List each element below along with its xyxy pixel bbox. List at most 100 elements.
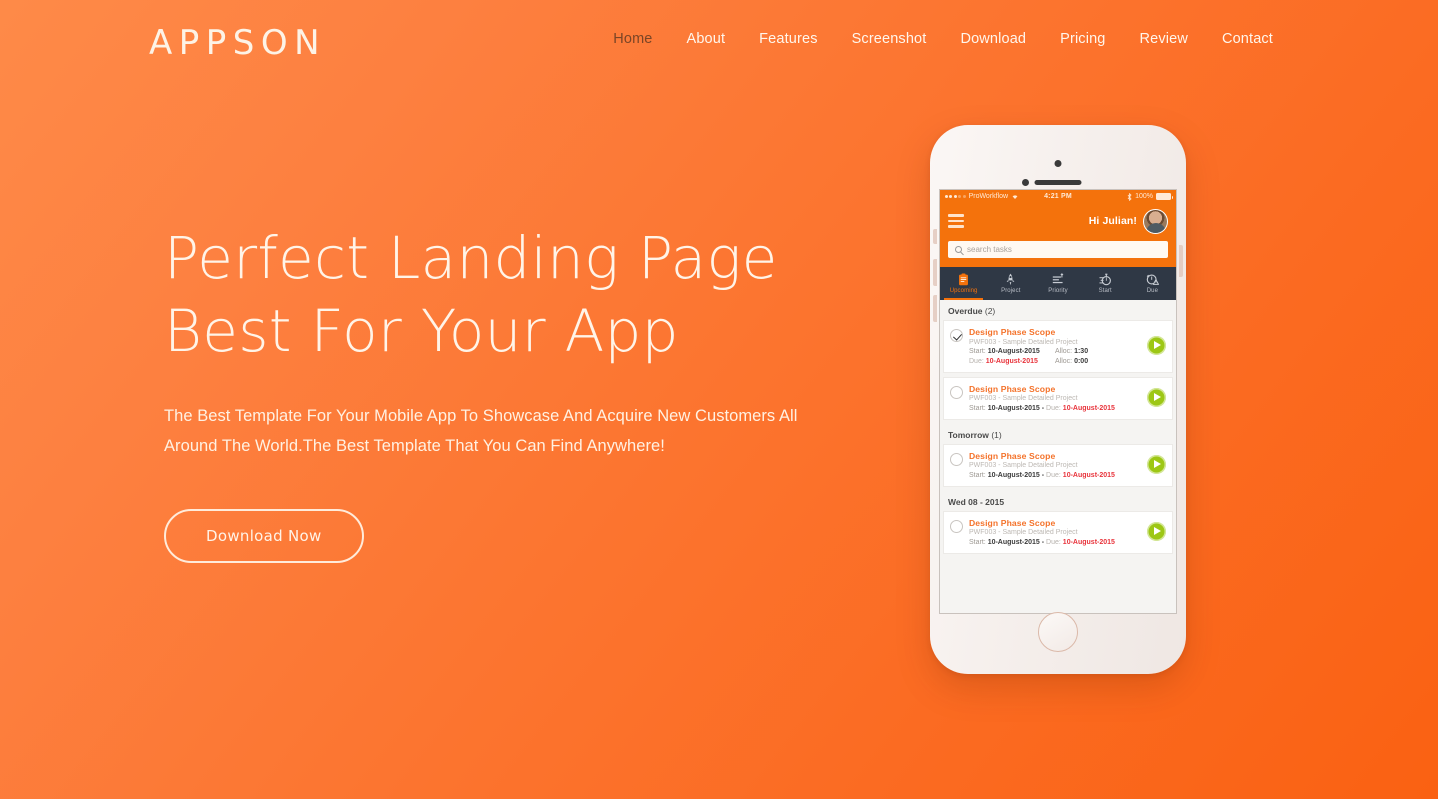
task-meta-row: Due: 10-August-2015 Alloc: 0:00 xyxy=(969,358,1141,365)
tab-upcoming[interactable]: Upcoming xyxy=(940,267,987,300)
nav-link-contact[interactable]: Contact xyxy=(1205,31,1290,47)
download-now-button[interactable]: Download Now xyxy=(164,509,364,563)
signal-strength-icon xyxy=(945,195,966,198)
task-project: PWF003 - Sample Detailed Project xyxy=(969,529,1078,536)
task-row[interactable]: Design Phase Scope PWF003 - Sample Detail… xyxy=(943,320,1173,373)
stopwatch-icon xyxy=(1099,273,1112,286)
task-row[interactable]: Design Phase Scope PWF003 - Sample Detail… xyxy=(943,510,1173,554)
task-title: Design Phase Scope xyxy=(969,450,1056,461)
due-label: Due: xyxy=(1046,538,1061,546)
task-checkbox[interactable] xyxy=(950,452,963,466)
nav-link-screenshot[interactable]: Screenshot xyxy=(835,31,944,47)
alloc-label: Alloc: xyxy=(1055,357,1073,365)
task-info: Design Phase Scope PWF003 - Sample Detail… xyxy=(969,327,1141,365)
section-count: (2) xyxy=(984,306,996,316)
nav-link-about[interactable]: About xyxy=(670,31,743,47)
section-count: (1) xyxy=(991,429,1002,440)
task-section-header: Wed 08 - 2015 xyxy=(940,491,1176,511)
search-input[interactable]: search tasks xyxy=(948,241,1168,258)
wifi-icon xyxy=(1012,195,1018,199)
due-label: Due: xyxy=(969,357,984,365)
section-title: Tomorrow xyxy=(948,429,989,440)
hamburger-menu-icon[interactable] xyxy=(948,214,964,228)
play-icon[interactable] xyxy=(1147,455,1166,474)
task-list[interactable]: Overdue (2) Design Phase Scope PWF003 - Sa… xyxy=(940,300,1176,613)
task-meta-row: Start: 10-August-2015 - Due: 10-August-2… xyxy=(969,405,1141,412)
phone-home-button[interactable] xyxy=(1038,612,1078,652)
tab-label: Project xyxy=(1001,288,1021,294)
task-section-header: Overdue (2) xyxy=(940,300,1176,320)
task-checkbox[interactable] xyxy=(950,519,963,533)
alarm-warning-icon xyxy=(1146,273,1159,286)
due-label: Due: xyxy=(1046,404,1061,412)
task-row[interactable]: Design Phase Scope PWF003 - Sample Detail… xyxy=(943,376,1173,420)
task-info: Design Phase Scope PWF003 - Sample Detail… xyxy=(969,518,1141,546)
hero-subtitle: The Best Template For Your Mobile App To… xyxy=(164,407,798,455)
phone-mockup: ProWorkflow 4:21 PM 100% Hi Julian! sear… xyxy=(922,125,1194,674)
nav-link-features[interactable]: Features xyxy=(742,31,834,47)
phone-volume-down-button[interactable] xyxy=(933,295,937,322)
tab-label: Upcoming xyxy=(949,288,978,294)
section-title: Overdue xyxy=(948,306,983,316)
task-project: PWF003 - Sample Detailed Project xyxy=(969,338,1078,346)
start-label: Start: xyxy=(969,538,986,546)
phone-power-button[interactable] xyxy=(1179,245,1183,277)
play-icon[interactable] xyxy=(1147,522,1166,541)
search-icon xyxy=(955,246,962,253)
nav-link-download[interactable]: Download xyxy=(943,31,1043,47)
front-camera-icon xyxy=(1054,160,1062,167)
site-header: APPSON Home About Features Screenshot Downlo… xyxy=(0,0,1438,84)
tab-label: Priority xyxy=(1048,288,1068,294)
tab-priority[interactable]: Priority xyxy=(1034,267,1081,300)
task-info: Design Phase Scope PWF003 - Sample Detail… xyxy=(969,384,1141,412)
avatar[interactable] xyxy=(1143,208,1168,234)
task-checkbox-checked[interactable] xyxy=(950,329,963,342)
task-checkbox[interactable] xyxy=(950,385,963,399)
task-info: Design Phase Scope PWF003 - Sample Detail… xyxy=(969,451,1141,479)
app-tab-bar: Upcoming Project Priority Start Due xyxy=(940,267,1176,300)
start-label: Start: xyxy=(969,404,986,412)
hero-title-line-1: Perfect Landing Page xyxy=(164,224,778,292)
alloc-value: 0:00 xyxy=(1074,357,1089,365)
tab-label: Start xyxy=(1098,288,1112,294)
section-title: Wed 08 - 2015 xyxy=(948,496,1005,507)
phone-volume-up-button[interactable] xyxy=(933,259,937,286)
phone-silent-switch[interactable] xyxy=(933,229,937,244)
task-title: Design Phase Scope xyxy=(969,383,1056,394)
nav-link-home[interactable]: Home xyxy=(596,31,669,47)
nav-link-review[interactable]: Review xyxy=(1123,31,1205,47)
play-icon[interactable] xyxy=(1147,388,1166,407)
page-title: Perfect Landing Page Best For Your App xyxy=(164,222,844,368)
alloc-label: Alloc: xyxy=(1055,348,1073,355)
start-value: 10-August-2015 - xyxy=(987,404,1045,412)
clipboard-icon xyxy=(957,273,970,286)
app-header: Hi Julian! search tasks xyxy=(940,203,1176,267)
due-value: 10-August-2015 xyxy=(1062,404,1115,412)
phone-body: ProWorkflow 4:21 PM 100% Hi Julian! sear… xyxy=(930,125,1186,674)
phone-screen: ProWorkflow 4:21 PM 100% Hi Julian! sear… xyxy=(939,189,1177,614)
hero-section: Perfect Landing Page Best For Your App T… xyxy=(164,222,844,563)
carrier-label: ProWorkflow xyxy=(968,193,1009,200)
rocket-icon xyxy=(1004,273,1017,286)
clock-label: 4:21 PM xyxy=(1044,193,1072,200)
start-label: Start: xyxy=(969,471,986,479)
start-label: Start: xyxy=(969,348,986,355)
nav-link-pricing[interactable]: Pricing xyxy=(1043,31,1122,47)
brand-logo[interactable]: APPSON xyxy=(149,26,326,60)
task-section-header: Tomorrow (1) xyxy=(940,424,1176,444)
greeting-label: Hi Julian! xyxy=(1088,215,1137,227)
tab-due[interactable]: Due xyxy=(1129,267,1176,300)
hero-title-line-2: Best For Your App xyxy=(164,297,679,365)
play-icon[interactable] xyxy=(1147,336,1166,356)
tab-project[interactable]: Project xyxy=(987,267,1034,300)
task-project: PWF003 - Sample Detailed Project xyxy=(969,462,1078,469)
tab-start[interactable]: Start xyxy=(1082,267,1129,300)
alloc-value: 1:30 xyxy=(1074,348,1089,355)
search-placeholder: search tasks xyxy=(967,245,1012,254)
due-label: Due: xyxy=(1046,471,1061,479)
start-value: 10-August-2015 - xyxy=(987,538,1045,546)
task-row[interactable]: Design Phase Scope PWF003 - Sample Detail… xyxy=(943,443,1173,487)
task-project: PWF003 - Sample Detailed Project xyxy=(969,395,1078,402)
start-value: 10-August-2015 - xyxy=(987,471,1045,479)
due-value: 10-August-2015 xyxy=(1062,538,1115,546)
